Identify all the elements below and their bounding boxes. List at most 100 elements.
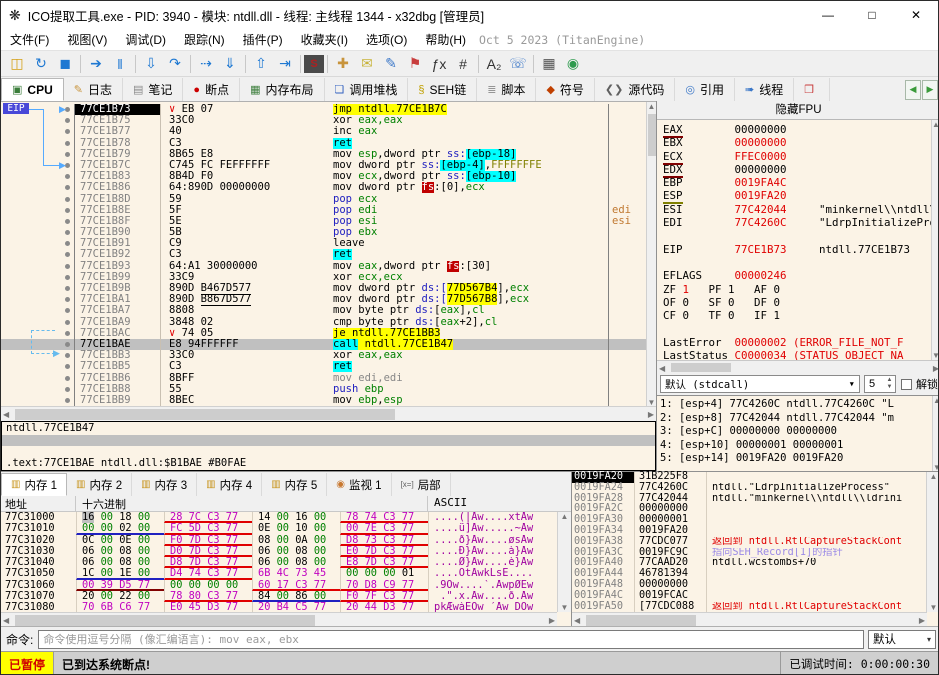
bookmark-icon[interactable]: ⚑ xyxy=(403,53,427,75)
breakpoint-dot[interactable] xyxy=(65,341,70,347)
tab-笔记[interactable]: ▤ 笔记 xyxy=(122,78,184,101)
register-line[interactable]: EIP 77CE1B73 ntdll.77CE1B73 xyxy=(663,243,931,256)
trace-into-icon[interactable]: ⇢ xyxy=(194,53,218,75)
case-icon[interactable]: A₂ xyxy=(482,53,506,75)
stack-vscrollbar[interactable]: ▲ ▼ xyxy=(926,472,938,612)
registers-vscrollbar[interactable]: ▲ ▼ xyxy=(931,120,938,360)
trace-over-icon[interactable]: ⇓ xyxy=(218,53,242,75)
registers-hscrollbar[interactable]: ◀ ▶ xyxy=(657,360,938,373)
disassembly-view[interactable]: EIP 77CE1B73 ∨ EB 07 jmp ntdll.77CE1B7C 77C… xyxy=(1,101,656,406)
function-icon[interactable]: ƒx xyxy=(427,53,451,75)
step-into-icon[interactable]: ⇩ xyxy=(139,53,163,75)
arg-count-stepper[interactable]: 5 ▲ ▼ xyxy=(864,375,896,393)
stop-icon[interactable]: ◼ xyxy=(53,53,77,75)
tab-引用[interactable]: ◎ 引用 xyxy=(675,78,735,101)
dump-tab-内存 5[interactable]: ▥ 内存 5 xyxy=(262,473,328,496)
trace-icon[interactable]: S xyxy=(304,54,324,73)
register-line[interactable]: EDX 00000000 xyxy=(663,162,931,178)
breakpoint-dot[interactable] xyxy=(65,319,70,325)
breakpoint-dot[interactable] xyxy=(65,230,70,236)
tab-scroll-right-icon[interactable]: ▶ xyxy=(922,79,938,100)
register-line[interactable] xyxy=(663,229,931,242)
restart-icon[interactable]: ↻ xyxy=(29,53,53,75)
stack-hscrollbar[interactable]: ◀ ▶ xyxy=(572,612,927,627)
tab-CPU[interactable]: ▣ CPU xyxy=(1,78,64,101)
command-input[interactable] xyxy=(38,629,864,649)
dump-hscrollbar[interactable]: ◀ ▶ xyxy=(1,612,557,627)
register-line[interactable]: ECX FFEC0000 xyxy=(663,149,931,165)
breakpoint-dot[interactable] xyxy=(65,151,70,157)
disasm-row[interactable]: 77CE1B86 64:890D 00000000 mov dword ptr fs… xyxy=(1,182,646,194)
breakpoint-dot[interactable] xyxy=(65,129,70,135)
menu-item-文[interactable]: 文件(F) xyxy=(1,29,58,50)
register-line[interactable]: EDI 77C4260C "LdrpInitializePro xyxy=(663,216,931,229)
breakpoint-dot[interactable] xyxy=(65,364,70,370)
calculator-icon[interactable]: ▦ xyxy=(537,53,561,75)
tab-scroll-left-icon[interactable]: ◀ xyxy=(905,79,921,100)
dump-vscrollbar[interactable]: ▲ ▼ xyxy=(557,512,571,612)
disasm-row[interactable]: 77CE1BB9 8BEC mov ebp,esp xyxy=(1,394,646,406)
label-icon[interactable]: ✎ xyxy=(379,53,403,75)
tab-线程[interactable]: ➠ 线程 xyxy=(735,78,795,101)
open-file-icon[interactable]: ◫ xyxy=(5,53,29,75)
register-line[interactable]: EFLAGS 00000246 xyxy=(663,269,931,282)
minimize-button[interactable]: — xyxy=(806,1,850,29)
stack-row[interactable]: 0019FA40 77CAAD20 ntdll.wcstombs+70 xyxy=(572,558,926,570)
register-line[interactable]: EAX 00000000 xyxy=(663,123,931,138)
tab-源代码[interactable]: ❮❯ 源代码 xyxy=(594,78,676,101)
breakpoint-dot[interactable] xyxy=(65,308,70,314)
register-line[interactable]: OF 0 SF 0 DF 0 xyxy=(663,296,931,309)
disasm-vscrollbar[interactable]: ▲ ▼ xyxy=(646,102,656,406)
run-icon[interactable]: ➔ xyxy=(84,53,108,75)
stack-row[interactable]: 0019FA24 77C4260C ntdll."LdrpInitializePro… xyxy=(572,482,926,494)
hide-fpu-button[interactable]: 隐藏FPU xyxy=(657,101,938,120)
register-line[interactable]: LastError 00000002 (ERROR_FILE_NOT_F xyxy=(663,336,931,349)
disasm-row[interactable]: 77CE1BA7 8808 mov byte ptr ds:[eax],cl xyxy=(1,305,646,317)
menu-item-插[interactable]: 插件(P) xyxy=(234,29,292,50)
menu-item-调[interactable]: 调试(D) xyxy=(116,29,175,50)
settings-globe-icon[interactable]: ◉ xyxy=(561,53,585,75)
tab-graph[interactable]: ❒ xyxy=(794,78,831,101)
argument-line[interactable]: 5: [esp+14] 0019FA20 0019FA20 xyxy=(660,452,938,466)
calling-convention-select[interactable]: 默认 (stdcall) ▾ xyxy=(660,375,860,393)
stack-row[interactable]: 0019FA44 46781394 xyxy=(572,568,926,580)
register-line[interactable]: LastStatus C0000034 (STATUS_OBJECT_NA xyxy=(663,349,931,360)
spinner-arrows-icon[interactable]: ▲ ▼ xyxy=(884,377,895,391)
breakpoint-dot[interactable] xyxy=(65,207,70,213)
breakpoint-dot[interactable] xyxy=(65,196,70,202)
argument-line[interactable]: 2: [esp+8] 77C42044 ntdll.77C42044 "m xyxy=(660,412,938,426)
pause-icon[interactable]: ‖ xyxy=(108,53,132,75)
disasm-row[interactable]: 77CE1B92 C3 ret xyxy=(1,249,646,261)
stack-panel[interactable]: 0019FA20 31B225F8 0019FA24 77C4260C ntdll."L… xyxy=(571,471,938,627)
argument-line[interactable]: 3: [esp+C] 00000000 00000000 xyxy=(660,425,938,439)
tab-断点[interactable]: ● 断点 xyxy=(183,78,241,101)
register-line[interactable]: ZF 1 PF 1 AF 0 xyxy=(663,283,931,296)
breakpoint-dot[interactable] xyxy=(65,375,70,381)
breakpoint-dot[interactable] xyxy=(65,386,70,392)
tab-符号[interactable]: ◆ 符号 xyxy=(536,78,595,101)
step-over-icon[interactable]: ↷ xyxy=(163,53,187,75)
register-line[interactable]: ESP 0019FA20 xyxy=(663,189,931,205)
tab-脚本[interactable]: ≣ 脚本 xyxy=(477,78,537,101)
breakpoint-dot[interactable] xyxy=(65,174,70,180)
register-line[interactable]: CF 0 TF 0 IF 1 xyxy=(663,309,931,322)
breakpoint-dot[interactable] xyxy=(65,353,70,359)
breakpoint-dot[interactable] xyxy=(65,286,70,291)
register-line[interactable]: EBX 00000000 xyxy=(663,136,931,149)
stack-row[interactable]: 0019FA34 0019FA20 xyxy=(572,525,926,537)
close-button[interactable]: ✕ xyxy=(894,1,938,29)
tab-调用堆栈[interactable]: ❏ 调用堆栈 xyxy=(324,78,409,101)
register-line[interactable] xyxy=(663,256,931,269)
breakpoint-dot[interactable] xyxy=(65,218,70,224)
stack-row[interactable]: 0019FA20 31B225F8 xyxy=(572,471,926,483)
patches-icon[interactable]: ✚ xyxy=(331,53,355,75)
disasm-row[interactable]: 77CE1BB6 8BFF mov edi,edi xyxy=(1,372,646,384)
title-bar[interactable]: ❋ ICO提取工具.exe - PID: 3940 - 模块: ntdll.dl… xyxy=(1,1,938,29)
stack-row[interactable]: 0019FA4C 0019FCAC xyxy=(572,590,926,602)
dump-tab-内存 2[interactable]: ▥ 内存 2 xyxy=(67,473,133,496)
hash-icon[interactable]: # xyxy=(451,53,475,75)
arguments-vscrollbar[interactable]: ▲ ▼ xyxy=(932,396,938,471)
maximize-button[interactable]: □ xyxy=(850,1,894,29)
register-line[interactable]: ESI 77C42044 "minkernel\\ntdll\\ xyxy=(663,203,931,216)
register-line[interactable] xyxy=(663,322,931,335)
